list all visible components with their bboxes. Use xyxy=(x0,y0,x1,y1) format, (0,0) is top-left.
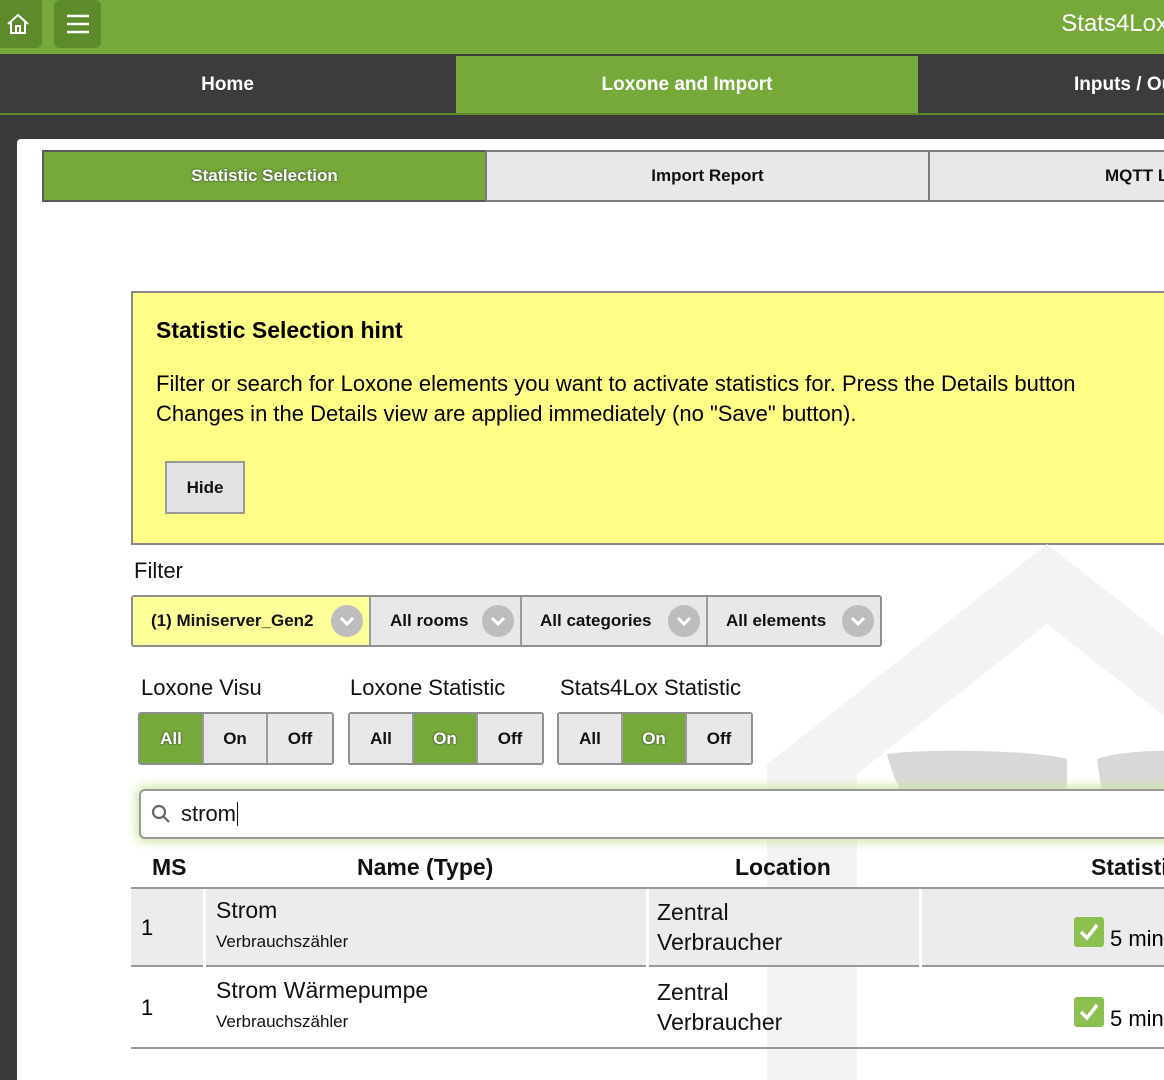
rooms-select-value: All rooms xyxy=(390,611,469,630)
stats4lox-statistic-off[interactable]: Off xyxy=(687,714,751,763)
elements-select-value: All elements xyxy=(726,611,827,630)
tab-mqtt-live[interactable]: MQTT Live xyxy=(928,150,1164,202)
row-interval: 5 min xyxy=(1110,1006,1164,1031)
column-header-name[interactable]: Name (Type) xyxy=(357,847,493,887)
tab-statistic-selection[interactable]: Statistic Selection xyxy=(42,150,487,202)
column-divider xyxy=(646,889,649,967)
checkmark-icon xyxy=(1074,917,1104,947)
checkmark-icon xyxy=(1074,997,1104,1027)
chevron-down-icon xyxy=(331,605,363,637)
column-divider xyxy=(919,889,922,967)
stats4lox-statistic-all[interactable]: All xyxy=(559,714,623,763)
stats4lox-statistic-label: Stats4Lox Statistic xyxy=(560,675,741,700)
row-name-cell: Strom Wärmepumpe Verbrauchszähler xyxy=(206,969,646,1047)
hint-title: Statistic Selection hint xyxy=(156,317,403,343)
row-location-category: Verbraucher xyxy=(657,1009,783,1035)
row-ms: 1 xyxy=(141,915,154,940)
home-button[interactable] xyxy=(0,0,42,48)
filter-bar: (1) Miniserver_Gen2 All rooms All catego… xyxy=(131,595,882,647)
search-value: strom xyxy=(181,801,236,826)
row-location-cell: Zentral Verbraucher xyxy=(650,969,920,1047)
nav-tab-loxone-import[interactable]: Loxone and Import xyxy=(456,56,918,113)
row-ms: 1 xyxy=(141,995,154,1020)
hint-text: Filter or search for Loxone elements you… xyxy=(156,369,1164,429)
nav-tab-home[interactable]: Home xyxy=(0,56,455,113)
hide-hint-button[interactable]: Hide xyxy=(165,461,245,514)
loxone-visu-off[interactable]: Off xyxy=(268,714,332,763)
loxone-statistic-all[interactable]: All xyxy=(350,714,414,763)
categories-select[interactable]: All categories xyxy=(522,597,708,645)
chevron-down-icon xyxy=(842,605,874,637)
loxone-statistic-on[interactable]: On xyxy=(414,714,478,763)
search-input[interactable]: strom xyxy=(139,789,1164,839)
elements-select[interactable]: All elements xyxy=(708,597,880,645)
content-panel: Statistic Selection Import Report MQTT L… xyxy=(17,139,1164,1080)
loxone-visu-all[interactable]: All xyxy=(140,714,204,763)
column-header-statistic[interactable]: Statistic xyxy=(1091,847,1164,887)
sub-tabs: Statistic Selection Import Report MQTT L… xyxy=(42,150,1164,202)
hint-line-1: Filter or search for Loxone elements you… xyxy=(156,371,1076,396)
chevron-down-icon xyxy=(668,605,700,637)
row-statistic-cell: 5 min xyxy=(924,889,1164,967)
hint-line-2: Changes in the Details view are applied … xyxy=(156,401,857,426)
row-location-room: Zentral xyxy=(657,899,729,925)
filter-label: Filter xyxy=(134,558,183,583)
row-name-cell: Strom Verbrauchszähler xyxy=(206,889,646,967)
row-location-category: Verbraucher xyxy=(657,929,783,955)
column-header-ms[interactable]: MS xyxy=(152,847,187,887)
menu-button[interactable] xyxy=(54,0,101,48)
hint-box: Statistic Selection hint Filter or searc… xyxy=(131,291,1164,545)
loxone-statistic-off[interactable]: Off xyxy=(478,714,542,763)
tab-import-report[interactable]: Import Report xyxy=(485,150,930,202)
miniserver-select[interactable]: (1) Miniserver_Gen2 xyxy=(133,597,371,645)
row-location-cell: Zentral Verbraucher xyxy=(650,889,920,967)
row-location-room: Zentral xyxy=(657,979,729,1005)
nav-tab-inputs-outputs[interactable]: Inputs / Outputs xyxy=(919,56,1164,113)
loxone-visu-on[interactable]: On xyxy=(204,714,268,763)
loxone-visu-label: Loxone Visu xyxy=(141,675,262,700)
row-name: Strom Wärmepumpe xyxy=(216,977,429,1003)
home-icon xyxy=(7,13,29,34)
loxone-statistic-toggle: All On Off xyxy=(348,712,544,765)
search-icon xyxy=(141,804,181,824)
loxone-visu-toggle: All On Off xyxy=(138,712,334,765)
hamburger-icon xyxy=(66,14,89,34)
column-header-location[interactable]: Location xyxy=(735,847,831,887)
app-title: Stats4Lox xyxy=(1061,10,1164,37)
table-row[interactable]: 1 Strom Wärmepumpe Verbrauchszähler Zent… xyxy=(131,969,1164,1049)
text-cursor xyxy=(237,802,238,826)
loxone-statistic-label: Loxone Statistic xyxy=(350,675,506,700)
main-nav: Home Loxone and Import Inputs / Outputs xyxy=(0,54,1164,115)
chevron-down-icon xyxy=(482,605,514,637)
row-statistic-cell: 5 min xyxy=(924,969,1164,1047)
row-name: Strom xyxy=(216,897,278,923)
stats4lox-statistic-toggle: All On Off xyxy=(557,712,753,765)
row-type: Verbrauchszähler xyxy=(216,932,349,951)
table-row[interactable]: 1 Strom Verbrauchszähler Zentral Verbrau… xyxy=(131,887,1164,967)
miniserver-select-value: (1) Miniserver_Gen2 xyxy=(151,611,314,630)
stats4lox-statistic-on[interactable]: On xyxy=(623,714,687,763)
row-interval: 5 min xyxy=(1110,926,1164,951)
top-header: Stats4Lox xyxy=(0,0,1164,54)
row-type: Verbrauchszähler xyxy=(216,1012,349,1031)
categories-select-value: All categories xyxy=(540,611,652,630)
rooms-select[interactable]: All rooms xyxy=(371,597,522,645)
